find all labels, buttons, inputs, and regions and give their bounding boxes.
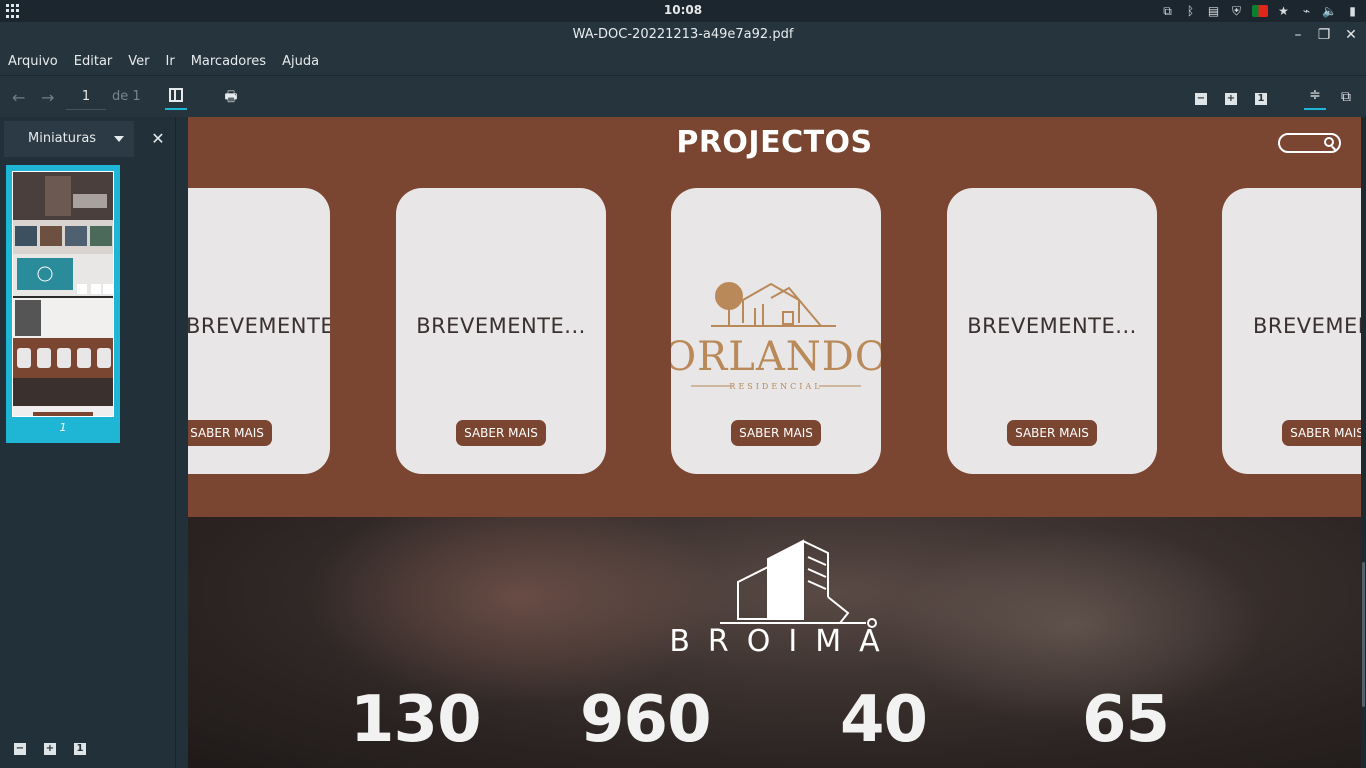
menu-marcadores[interactable]: Marcadores <box>191 48 266 75</box>
sidebar-mode-dropdown[interactable]: Miniaturas <box>4 121 134 157</box>
sidebar-icon <box>169 88 183 102</box>
projects-title: PROJECTOS <box>676 125 873 160</box>
menu-bar: Arquivo Editar Ver Ir Marcadores Ajuda <box>0 48 1366 75</box>
project-card-orlando: ORLANDO RESIDENCIAL SABER MAIS <box>671 188 881 474</box>
thumb-zoom-out-icon[interactable]: − <box>14 743 26 755</box>
zoom-reset-button[interactable]: 1 <box>1250 86 1272 108</box>
page-thumbnail[interactable]: 1 <box>6 165 120 443</box>
maximize-icon[interactable]: ❐ <box>1314 25 1334 45</box>
stat-value: 40 <box>840 683 928 757</box>
menu-ir[interactable]: Ir <box>166 48 175 75</box>
orlando-logo-subtitle: RESIDENCIAL <box>729 382 822 391</box>
saber-mais-button: SABER MAIS <box>731 420 821 446</box>
menu-editar[interactable]: Editar <box>74 48 113 75</box>
sidebar-zoom-controls: − + 1 <box>0 737 176 765</box>
search-icon <box>1324 137 1334 147</box>
menu-ajuda[interactable]: Ajuda <box>282 48 319 75</box>
window-switch-icon[interactable]: ⧉ <box>1160 4 1175 18</box>
print-button[interactable]: 🖶 <box>220 86 242 108</box>
forward-arrow-icon[interactable]: → <box>41 88 54 107</box>
zoom-in-icon: + <box>1225 93 1237 105</box>
document-view[interactable]: PROJECTOS BREVEMENTE... SABER MAIS BREVE… <box>188 117 1361 768</box>
dual-page-button[interactable]: ⧉ <box>1335 86 1357 108</box>
stat-value: 130 <box>350 683 482 757</box>
back-arrow-icon[interactable]: ← <box>12 88 25 107</box>
volume-icon[interactable]: 🔈 <box>1322 4 1337 18</box>
window-title-bar: WA-DOC-20221213-a49e7a92.pdf – ❐ ✕ <box>0 22 1366 48</box>
project-card: BREVEMENTE... SABER MAIS <box>1222 188 1361 474</box>
close-sidebar-icon[interactable]: ✕ <box>146 127 170 151</box>
page-number-input[interactable]: 1 <box>66 84 106 110</box>
continuous-view-button[interactable]: ≑ <box>1304 84 1326 110</box>
shield-icon[interactable]: ⛨ <box>1229 4 1244 18</box>
project-card: BREVEMENTE... SABER MAIS <box>947 188 1157 474</box>
keyboard-layout-flag-icon[interactable] <box>1252 5 1268 17</box>
card-text: BREVEMENTE... <box>188 314 330 338</box>
thumb-actual-size-icon[interactable]: 1 <box>74 743 86 755</box>
system-top-bar: 10:08 ⧉ ᛒ ▤ ⛨ ★ ⌁ 🔈 ▮ <box>0 0 1366 22</box>
saber-mais-button: SABER MAIS <box>1007 420 1097 446</box>
projects-section: PROJECTOS BREVEMENTE... SABER MAIS BREVE… <box>188 117 1361 517</box>
orlando-logo-word: ORLANDO <box>671 334 881 380</box>
project-card: BREVEMENTE... SABER MAIS <box>188 188 330 474</box>
card-text: BREVEMENTE... <box>967 314 1137 338</box>
bluetooth-icon[interactable]: ᛒ <box>1183 4 1198 18</box>
vertical-scrollbar[interactable] <box>1361 117 1366 768</box>
search-field <box>1278 133 1341 153</box>
network-icon[interactable]: ⌁ <box>1299 4 1314 18</box>
thumbnails-sidebar: Miniaturas ✕ 1 − + 1 <box>0 117 176 768</box>
menu-arquivo[interactable]: Arquivo <box>8 48 58 75</box>
thumbnail-page-number: 1 <box>59 421 67 434</box>
sidebar-mode-label: Miniaturas <box>28 131 97 146</box>
card-text: BREVEMENTE... <box>416 314 586 338</box>
star-icon[interactable]: ★ <box>1276 4 1291 18</box>
sidebar-toggle-button[interactable] <box>165 84 187 110</box>
zoom-out-icon: − <box>1195 93 1207 105</box>
project-card: BREVEMENTE... SABER MAIS <box>396 188 606 474</box>
scrollbar-thumb[interactable] <box>1362 562 1365 707</box>
zoom-out-button[interactable]: − <box>1190 86 1212 108</box>
system-tray: ⧉ ᛒ ▤ ⛨ ★ ⌁ 🔈 ▮ <box>1160 2 1360 20</box>
zoom-in-button[interactable]: + <box>1220 86 1242 108</box>
stat-value: 65 <box>1082 683 1170 757</box>
page-count-label: de 1 <box>112 89 141 104</box>
battery-icon[interactable]: ▮ <box>1345 4 1360 18</box>
saber-mais-button: SABER MAIS <box>1282 420 1361 446</box>
chevron-down-icon <box>114 136 124 142</box>
menu-ver[interactable]: Ver <box>128 48 149 75</box>
thumbnail-preview-graphic <box>13 172 113 416</box>
minimize-icon[interactable]: – <box>1288 25 1308 45</box>
thumb-zoom-in-icon[interactable]: + <box>44 743 56 755</box>
window-title: WA-DOC-20221213-a49e7a92.pdf <box>572 27 794 42</box>
stats-section: BROIMA 130 960 40 65 <box>188 517 1361 768</box>
card-text: BREVEMENTE... <box>1253 314 1361 338</box>
saber-mais-button: SABER MAIS <box>188 420 272 446</box>
toolbar: ← → 1 de 1 🖶 − + 1 ≑ ⧉ <box>0 75 1366 117</box>
broima-brand-name: BROIMA <box>669 624 898 659</box>
clipboard-icon[interactable]: ▤ <box>1206 4 1221 18</box>
stat-value: 960 <box>580 683 712 757</box>
thumbnail-image <box>12 171 114 417</box>
close-window-icon[interactable]: ✕ <box>1341 25 1361 45</box>
actual-size-icon: 1 <box>1255 93 1267 105</box>
saber-mais-button: SABER MAIS <box>456 420 546 446</box>
